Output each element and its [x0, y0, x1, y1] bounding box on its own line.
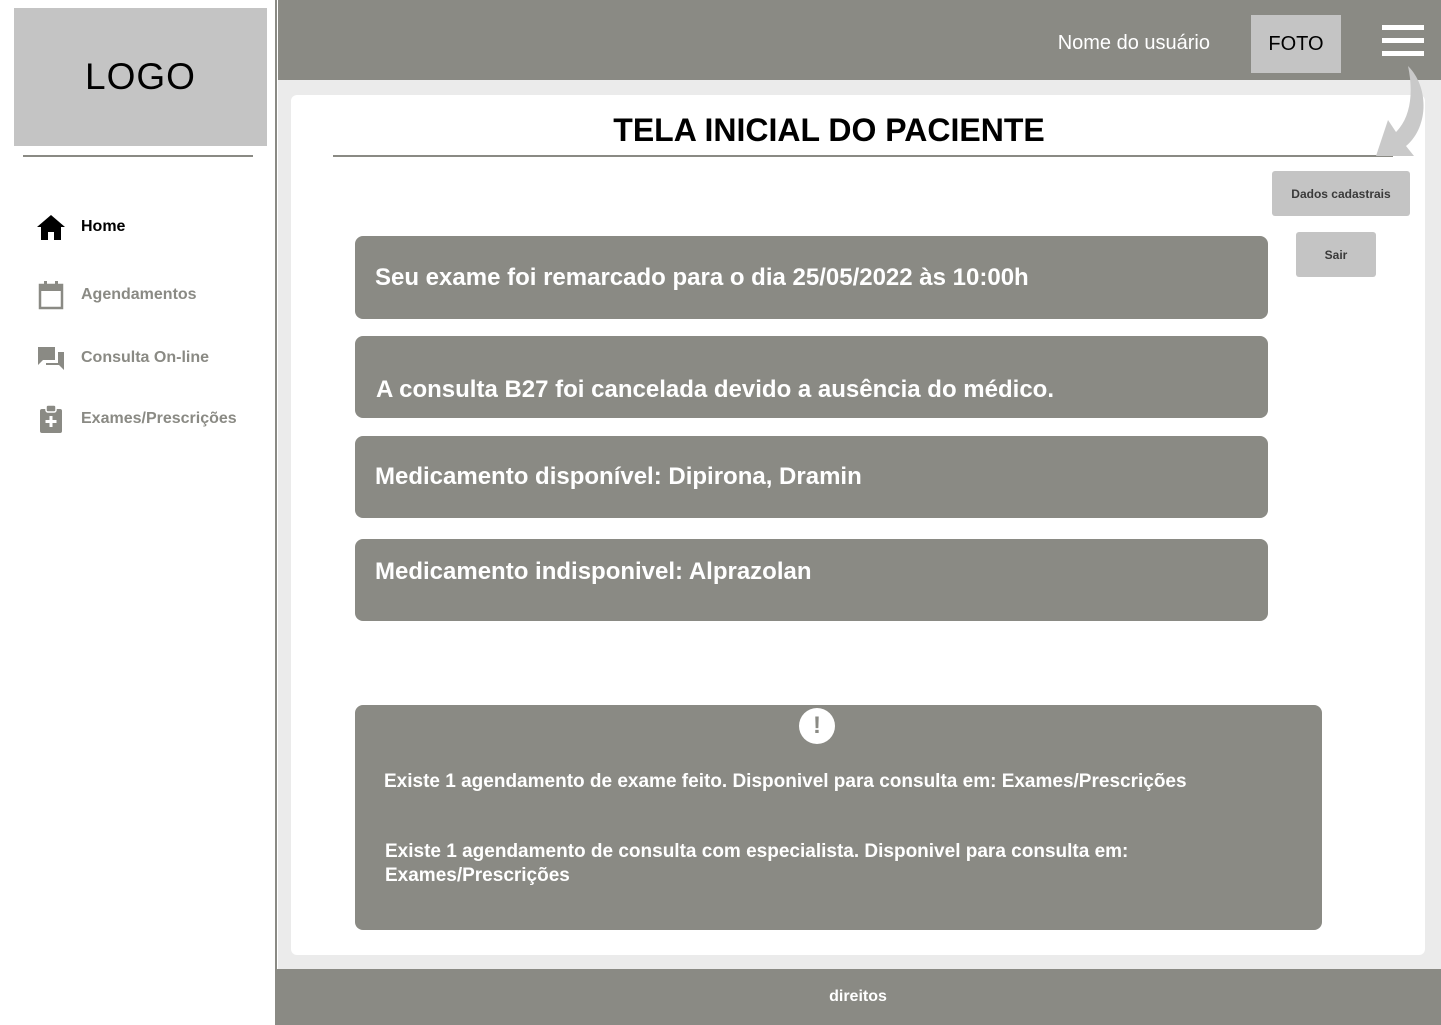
page-title: TELA INICIAL DO PACIENTE: [613, 112, 1045, 148]
alert-box: ! Existe 1 agendamento de exame feito. D…: [355, 705, 1322, 930]
sidebar-border: [275, 0, 277, 1025]
logo-divider: [23, 155, 253, 157]
calendar-icon: [36, 280, 66, 310]
notice-medication-available: Medicamento disponível: Dipirona, Dramin: [355, 436, 1268, 518]
user-photo[interactable]: FOTO: [1251, 15, 1341, 73]
exclamation-icon: !: [799, 708, 835, 744]
title-divider: [333, 155, 1393, 157]
home-icon: [36, 212, 66, 242]
sidebar-item-home[interactable]: Home: [36, 212, 125, 242]
sidebar-item-label: Consulta On-line: [81, 349, 209, 366]
medical-clipboard-icon: [36, 404, 66, 434]
hamburger-menu-icon[interactable]: [1382, 25, 1424, 57]
sidebar-item-label: Exames/Prescrições: [81, 410, 237, 427]
username: Nome do usuário: [1057, 32, 1210, 54]
notice-text: A consulta B27 foi cancelada devido a au…: [376, 376, 1054, 403]
chat-icon: [36, 343, 66, 373]
user-photo-label: FOTO: [1268, 32, 1324, 55]
sidebar-item-exames-prescricoes[interactable]: Exames/Prescrições: [36, 404, 237, 434]
notice-exam-rescheduled: Seu exame foi remarcado para o dia 25/05…: [355, 236, 1268, 319]
top-header: Nome do usuário FOTO: [278, 0, 1441, 80]
sidebar: LOGO Home Agendamentos Consulta On-line …: [0, 0, 275, 1025]
alert-specialist-scheduled: Existe 1 agendamento de consulta com esp…: [385, 841, 1129, 886]
footer-text: direitos: [829, 988, 887, 1005]
dados-cadastrais-button[interactable]: Dados cadastrais: [1272, 171, 1410, 216]
notice-consultation-cancelled: A consulta B27 foi cancelada devido a au…: [355, 336, 1268, 418]
logo: LOGO: [14, 8, 267, 146]
sidebar-item-label: Home: [81, 218, 126, 235]
curved-arrow-icon: [1376, 66, 1424, 156]
notice-text: Seu exame foi remarcado para o dia 25/05…: [375, 263, 1029, 291]
notice-text: Medicamento disponível: Dipirona, Dramin: [375, 463, 862, 490]
sidebar-item-label: Agendamentos: [81, 286, 197, 303]
sidebar-item-consulta-online[interactable]: Consulta On-line: [36, 343, 209, 373]
notice-text: Medicamento indisponivel: Alprazolan: [375, 558, 812, 585]
logo-text: LOGO: [85, 56, 196, 97]
sair-button[interactable]: Sair: [1296, 232, 1376, 277]
footer: direitos: [275, 969, 1441, 1025]
notice-medication-unavailable: Medicamento indisponivel: Alprazolan: [355, 539, 1268, 621]
sidebar-item-agendamentos[interactable]: Agendamentos: [36, 280, 197, 310]
alert-exam-scheduled: Existe 1 agendamento de exame feito. Dis…: [384, 771, 1187, 792]
